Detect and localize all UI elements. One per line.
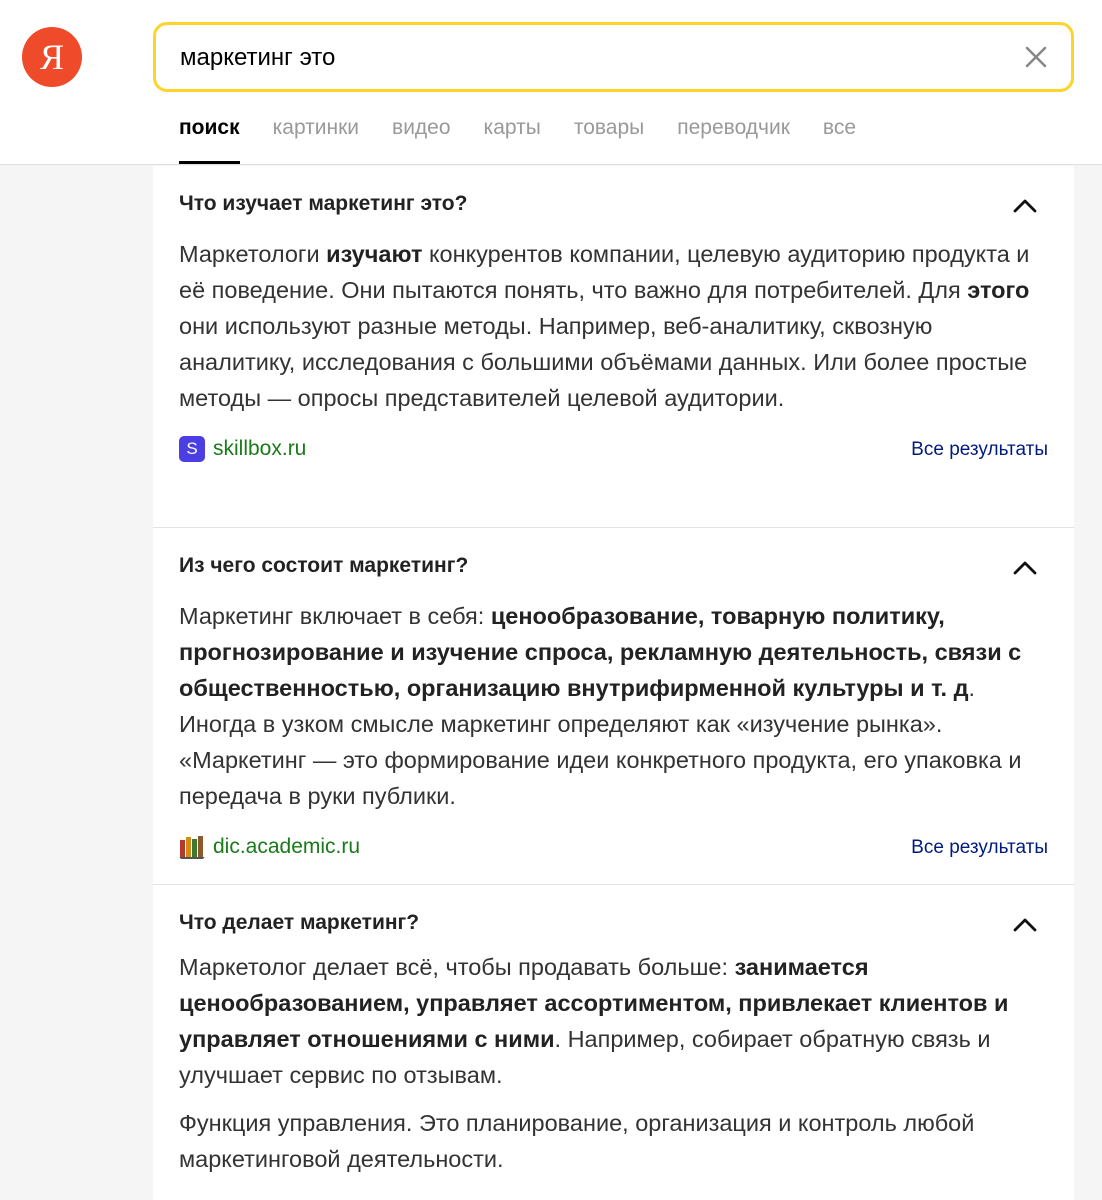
answer-text: Маркетолог делает всё, чтобы продавать б…	[179, 954, 735, 980]
chevron-up-icon[interactable]	[1012, 558, 1038, 576]
books-favicon-icon	[179, 836, 205, 859]
qa-question[interactable]: Что делает маркетинг?	[179, 885, 1048, 955]
clear-icon[interactable]	[1021, 42, 1051, 72]
search-input[interactable]	[180, 41, 1000, 75]
chevron-up-icon[interactable]	[1012, 915, 1038, 933]
tab-maps[interactable]: карты	[484, 112, 541, 164]
yandex-logo[interactable]: Я	[22, 27, 82, 87]
header: Я поиск картинки видео карты товары пере…	[0, 0, 1102, 165]
qa-item: Что делает маркетинг? Маркетолог делает …	[153, 885, 1074, 1177]
source-link[interactable]: S skillbox.ru	[179, 436, 306, 462]
tab-video[interactable]: видео	[392, 112, 451, 164]
qa-item: Из чего состоит маркетинг? Маркетинг вкл…	[153, 528, 1074, 885]
tab-translator[interactable]: переводчик	[677, 112, 790, 164]
tab-all[interactable]: все	[823, 112, 856, 164]
qa-question-text: Что делает маркетинг?	[179, 911, 420, 934]
source-name: skillbox.ru	[213, 437, 307, 460]
qa-source: S skillbox.ru Все результаты	[179, 416, 1048, 502]
qa-question-text: Из чего состоит маркетинг?	[179, 554, 469, 577]
source-link[interactable]: dic.academic.ru	[179, 834, 360, 860]
answer-text: Маркетинг включает в себя:	[179, 603, 491, 629]
qa-answer-extra: Функция управления. Это планирование, ор…	[179, 1110, 975, 1172]
search-box	[153, 22, 1074, 92]
answer-highlight: этого	[967, 277, 1030, 303]
qa-item: Что изучает маркетинг это? Маркетологи и…	[153, 166, 1074, 528]
tab-search[interactable]: поиск	[179, 112, 240, 164]
qa-question[interactable]: Что изучает маркетинг это?	[179, 166, 1048, 236]
search-tabs: поиск картинки видео карты товары перево…	[179, 112, 889, 164]
qa-answer: Маркетолог делает всё, чтобы продавать б…	[179, 949, 1048, 1093]
tab-products[interactable]: товары	[574, 112, 644, 164]
skillbox-favicon-icon: S	[179, 436, 205, 462]
answer-highlight: изучают	[326, 241, 423, 267]
answer-text: они используют разные методы. Например, …	[179, 313, 1028, 411]
all-results-link[interactable]: Все результаты	[911, 439, 1048, 461]
tab-images[interactable]: картинки	[273, 112, 359, 164]
chevron-up-icon[interactable]	[1012, 196, 1038, 214]
answer-text: Маркетологи	[179, 241, 327, 267]
qa-question-text: Что изучает маркетинг это?	[179, 192, 468, 215]
qa-answer: Маркетологи изучают конкурентов компании…	[179, 236, 1048, 416]
source-name: dic.academic.ru	[213, 835, 361, 858]
logo-letter: Я	[39, 37, 64, 77]
qa-question[interactable]: Из чего состоит маркетинг?	[179, 528, 1048, 598]
all-results-link[interactable]: Все результаты	[911, 837, 1048, 859]
qa-answer: Маркетинг включает в себя: ценообразован…	[179, 598, 1048, 814]
related-questions: Что изучает маркетинг это? Маркетологи и…	[153, 166, 1074, 1200]
